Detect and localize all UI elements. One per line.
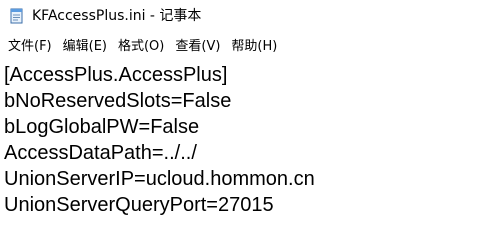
text-line: UnionServerIP=ucloud.hommon.cn	[4, 168, 315, 190]
menu-help[interactable]: 帮助(H)	[230, 37, 278, 57]
text-line: UnionServerQueryPort=27015	[4, 194, 274, 216]
text-line: AccessDataPath=../../	[4, 142, 197, 164]
menu-file[interactable]: 文件(F)	[7, 37, 53, 57]
text-editor-area[interactable]: [AccessPlus.AccessPlus] bNoReservedSlots…	[0, 60, 503, 252]
text-line: [AccessPlus.AccessPlus]	[4, 64, 228, 86]
menu-format[interactable]: 格式(O)	[117, 37, 165, 57]
title-bar[interactable]: KFAccessPlus.ini - 记事本	[0, 0, 503, 32]
window-title: KFAccessPlus.ini - 记事本	[32, 8, 202, 24]
notepad-icon	[10, 8, 23, 24]
menu-bar: 文件(F) 编辑(E) 格式(O) 查看(V) 帮助(H)	[0, 36, 503, 58]
menu-view[interactable]: 查看(V)	[174, 37, 221, 57]
menu-edit[interactable]: 编辑(E)	[62, 37, 108, 57]
text-line: bNoReservedSlots=False	[4, 90, 232, 112]
text-line: bLogGlobalPW=False	[4, 116, 200, 138]
